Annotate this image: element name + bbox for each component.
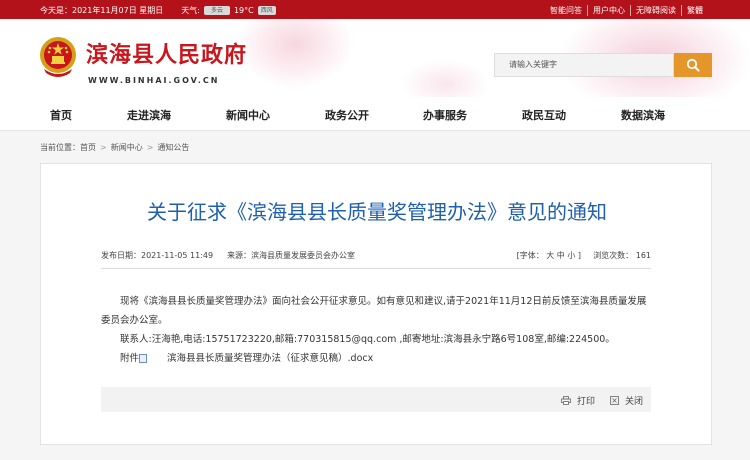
nav-item-data-binhai[interactable]: 数据滨海 [621,107,665,123]
link-smart-qa[interactable]: 智能问答 [545,5,587,16]
breadcrumb-news-center[interactable]: 新闻中心 [111,142,143,153]
print-button[interactable]: 打印 [561,394,595,407]
decorative-flower [235,19,355,89]
article-source: 来源：滨海县质量发展委员会办公室 [227,251,355,260]
article-title: 关于征求《滨海县县长质量奖管理办法》意见的通知 [147,200,607,224]
article-meta: 发布日期：2021-11-05 11:49 来源：滨海县质量发展委员会办公室 [… [101,250,651,262]
article-body: 现将《滨海县县长质量奖管理办法》面向社会公开征求意见。如有意见和建议,请于202… [101,292,651,368]
attachment-row: 附件 滨海县县长质量奖管理办法（征求意见稿）.docx [101,349,651,368]
temperature: 19°C [233,6,254,15]
font-size-switcher[interactable]: [字体： 大 中 小 ] [517,250,581,261]
site-title[interactable]: 滨海县人民政府 [86,37,247,69]
close-icon [610,396,619,405]
document-icon [139,354,148,363]
search-input[interactable]: 请输入关键字 [494,53,674,77]
nav-item-government-affairs[interactable]: 政务公开 [325,107,369,123]
site-header: 滨海县人民政府 WWW.BINHAI.GOV.CN 请输入关键字 [0,19,750,97]
weather-widget: 天气: 多云 19°C 西风 [181,5,276,16]
search-button[interactable] [674,53,712,77]
main-nav: 首页 走进滨海 新闻中心 政务公开 办事服务 政民互动 数据滨海 [0,97,750,131]
site-url: WWW.BINHAI.GOV.CN [88,76,220,85]
breadcrumb-label: 当前位置： [40,143,80,152]
breadcrumb-separator: > [146,143,154,152]
top-bar: 今天是：2021年11月07日 星期日 天气: 多云 19°C 西风 智能问答 … [0,0,750,19]
breadcrumb-separator: > [100,143,107,152]
breadcrumb-notices[interactable]: 通知公告 [157,142,189,153]
printer-icon [561,396,571,405]
search-icon [686,58,700,72]
print-label: 打印 [577,397,596,407]
article-paragraph: 现将《滨海县县长质量奖管理办法》面向社会公开征求意见。如有意见和建议,请于202… [101,296,647,326]
nav-item-news-center[interactable]: 新闻中心 [226,107,270,123]
view-count: 浏览次数： 161 [593,251,651,260]
breadcrumb: 当前位置： 首页 > 新闻中心 > 通知公告 [40,142,189,153]
link-traditional-chinese[interactable]: 繁體 [681,5,708,16]
breadcrumb-home[interactable]: 首页 [80,142,96,153]
publish-date: 发布日期：2021-11-05 11:49 [101,251,214,260]
nav-item-about-binhai[interactable]: 走进滨海 [127,107,171,123]
top-bar-links: 智能问答 用户中心 无障碍阅读 繁體 [545,5,708,16]
divider [101,268,651,269]
attachment-link[interactable]: 滨海县县长质量奖管理办法（征求意见稿）.docx [148,349,373,368]
close-button[interactable]: 关闭 [610,394,643,407]
article-actions: 打印 关闭 [101,387,651,412]
national-emblem-icon[interactable] [38,35,78,79]
decorative-flower [400,59,490,97]
nav-item-services[interactable]: 办事服务 [423,107,467,123]
nav-item-home[interactable]: 首页 [50,107,72,123]
nav-item-interaction[interactable]: 政民互动 [522,107,566,123]
article-panel: 关于征求《滨海县县长质量奖管理办法》意见的通知 发布日期：2021-11-05 … [40,163,712,445]
current-date: 今天是：2021年11月07日 星期日 [40,6,164,15]
weather-wind-icon: 西风 [257,6,276,15]
close-label: 关闭 [625,397,644,407]
link-accessibility[interactable]: 无障碍阅读 [630,5,681,16]
link-user-center[interactable]: 用户中心 [587,5,630,16]
top-bar-info: 今天是：2021年11月07日 星期日 天气: 多云 19°C 西风 [40,5,276,16]
article-paragraph: 联系人:汪海艳,电话:15751723220,邮箱:770315815@qq.c… [120,334,615,345]
weather-label: 天气: [181,6,200,15]
weather-cloudy-icon: 多云 [203,6,230,15]
attachment-label: 附件 [120,353,140,364]
